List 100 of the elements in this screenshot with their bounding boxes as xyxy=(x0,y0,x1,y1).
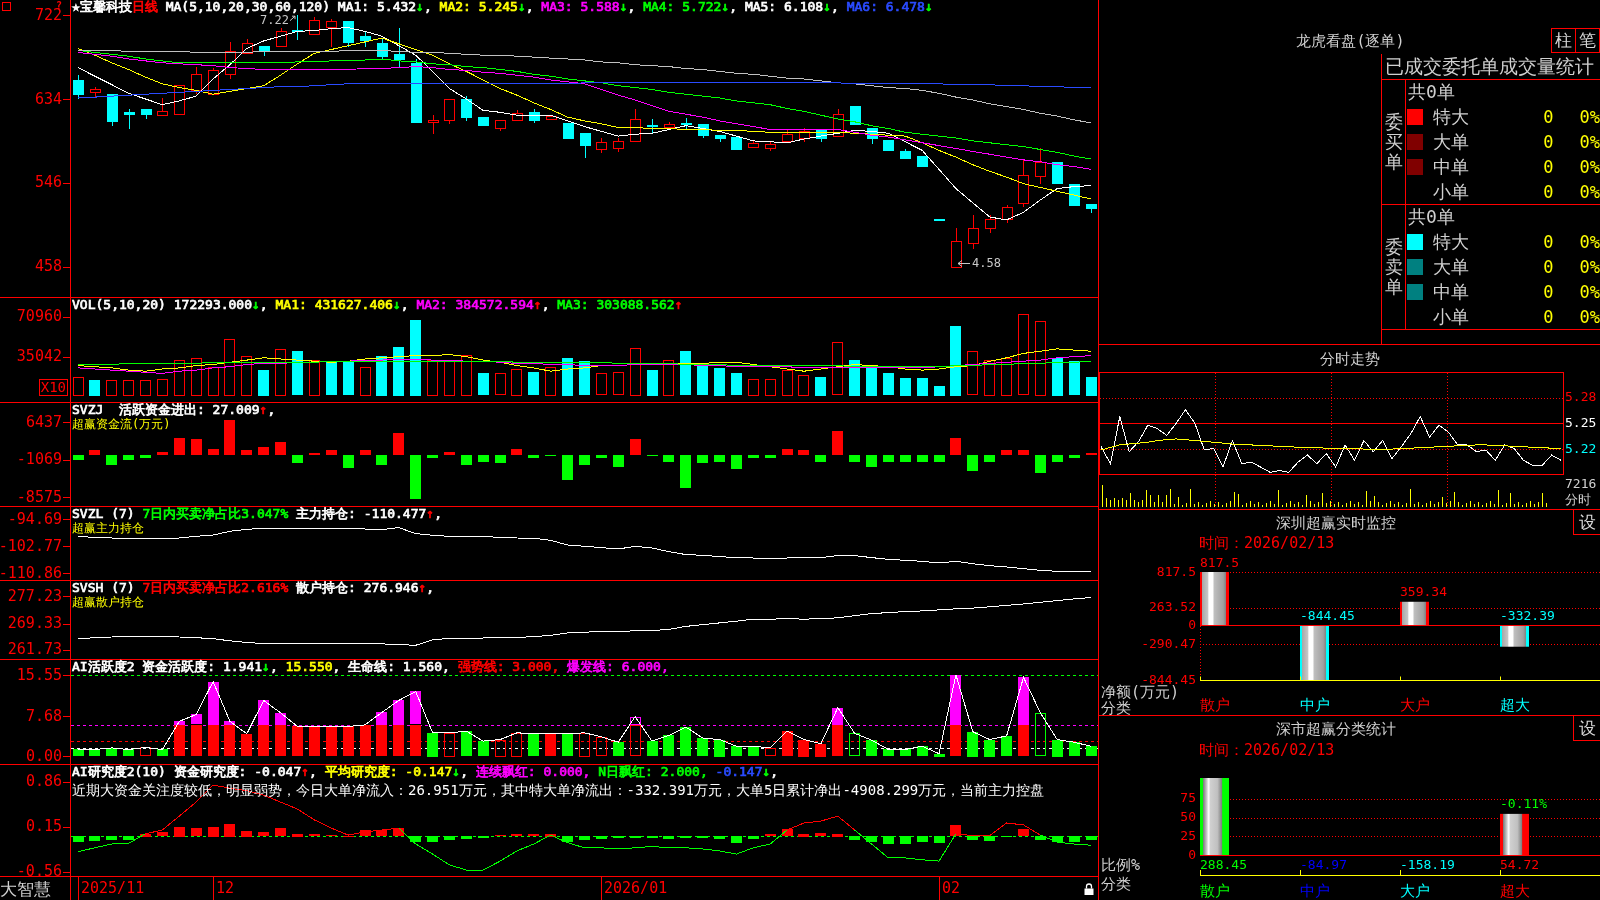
time-label: 时间：2026/02/13 xyxy=(1199,742,1335,759)
date-label: 02 xyxy=(939,877,961,900)
chart-title: 分时走势 xyxy=(1319,349,1380,368)
axis-label: 0 xyxy=(1188,846,1196,862)
row-label: 大单 xyxy=(1433,131,1469,153)
amount-label: -84.97 xyxy=(1300,856,1347,872)
value-label: 359.34 xyxy=(1400,584,1447,600)
value-label: 817.5 xyxy=(1200,554,1240,570)
date-label: 2025/11 xyxy=(78,877,145,900)
value-label: -844.45 xyxy=(1300,607,1355,623)
axis-label: 546 xyxy=(34,173,62,192)
order-count: 0 xyxy=(1543,131,1554,153)
panel-title: 龙虎看盘(逐单) xyxy=(1296,32,1405,50)
indicator-caption: 超赢散户持仓 xyxy=(72,595,144,609)
axis-label: 261.73 xyxy=(7,640,62,659)
indicator-legend: SVZL (7) 7日内买卖净占比3.047% 主力持仓: -110.477↑, xyxy=(72,507,442,521)
axis-label: 0.15 xyxy=(25,817,62,836)
order-share: 0% xyxy=(1579,256,1600,278)
axis-label: 5.28 xyxy=(1565,389,1597,405)
indicator-legend: AI活跃度2 资金活跃度: 1.941↓, 15.550, 生命线: 1.560, 强势线: 3.000, 爆发线: 6.000, xyxy=(72,660,669,674)
row-label: 小单 xyxy=(1433,305,1469,328)
brand-name: 大智慧 xyxy=(0,878,51,899)
order-count: 0 xyxy=(1543,280,1554,303)
row-label: 中单 xyxy=(1433,280,1469,303)
order-share: 0% xyxy=(1579,180,1600,203)
order-count: 0 xyxy=(1543,305,1554,328)
volume-caption: 分时 xyxy=(1565,491,1591,507)
category-label: 散户 xyxy=(1200,695,1230,714)
axis-label: 5.25 xyxy=(1565,414,1597,430)
price-label: 7.22 xyxy=(260,13,289,28)
axis-label: 5.22 xyxy=(1565,440,1597,456)
panel-title: 深市超赢分类统计 xyxy=(1276,719,1396,738)
indicator-legend: VOL(5,10,20) 172293.000↓, MA1: 431627.406↓, MA2: 384572.594↑, MA3: 303088.562↑ xyxy=(72,298,683,312)
order-count: 0 xyxy=(1543,256,1554,278)
value-label: -332.39 xyxy=(1500,607,1555,623)
category-label: 中户 xyxy=(1300,881,1330,900)
axis-title: 分类 xyxy=(1101,874,1131,893)
category-label: 超大 xyxy=(1500,695,1530,714)
date-label: 2026/01 xyxy=(601,877,668,900)
axis-label: -94.69 xyxy=(7,509,62,528)
axis-label: 15.55 xyxy=(16,665,62,684)
amount-label: 288.45 xyxy=(1200,856,1247,872)
unit-label: X10 xyxy=(38,379,68,396)
axis-label: 817.5 xyxy=(1156,563,1196,579)
axis-label: -0.56 xyxy=(16,862,62,876)
volume-max-label: 7216 xyxy=(1565,475,1597,491)
order-share: 0% xyxy=(1579,305,1600,328)
axis-label: -102.77 xyxy=(0,536,62,555)
row-label: 中单 xyxy=(1433,155,1469,178)
axis-label: 0 xyxy=(1188,616,1196,632)
order-total: 共0单 xyxy=(1408,206,1455,229)
row-label: 特大 xyxy=(1433,231,1469,254)
indicator-caption: 超赢主力持仓 xyxy=(72,521,144,535)
row-label: 特大 xyxy=(1433,106,1469,129)
category-label: 大户 xyxy=(1400,695,1430,714)
order-share: 0% xyxy=(1579,106,1600,129)
group-label: 委买单 xyxy=(1384,112,1403,172)
category-label: 散户 xyxy=(1200,881,1230,900)
annotation-label: -0.11% xyxy=(1500,796,1547,812)
axis-title: 分类 xyxy=(1101,698,1131,715)
order-count: 0 xyxy=(1543,231,1554,254)
axis-label: 70960 xyxy=(16,307,62,326)
order-share: 0% xyxy=(1579,131,1600,153)
axis-label: 263.52 xyxy=(1149,599,1196,615)
axis-label: 50 xyxy=(1180,809,1196,825)
indicator-legend: ★宝馨科技日线 MA(5,10,20,30,60,120) MA1: 5.432↓, MA2: 5.245↓, MA3: 5.588↓, MA4: 5.722↓, MA5: 6.108↓, MA6: 6.478↓ xyxy=(72,0,933,14)
price-label: 4.58 xyxy=(972,256,1001,271)
order-count: 0 xyxy=(1543,106,1554,129)
axis-label: 75 xyxy=(1180,790,1196,806)
axis-title: 比例% xyxy=(1101,855,1141,874)
row-label: 大单 xyxy=(1433,256,1469,278)
axis-label: -290.47 xyxy=(1141,635,1196,651)
axis-label: 7.68 xyxy=(25,706,62,725)
order-count: 0 xyxy=(1543,180,1554,203)
axis-label: 458 xyxy=(34,257,62,276)
axis-label: 269.33 xyxy=(7,614,62,632)
axis-label: 277.23 xyxy=(7,586,62,605)
indicator-legend: AI研究度2(10) 资金研究度: -0.047↑, 平均研究度: -0.147↓, 连续飘红: 0.000, N日飘红: 2.000, -0.147↓, xyxy=(72,765,779,779)
row-label: 小单 xyxy=(1433,180,1469,203)
axis-label: -8575 xyxy=(16,487,62,506)
category-label: 超大 xyxy=(1500,881,1530,900)
axis-label: 25 xyxy=(1180,827,1196,843)
axis-label: 0.00 xyxy=(25,746,62,764)
axis-label: 0.86 xyxy=(25,772,62,791)
indicator-legend: SVSH (7) 7日内买卖净占比2.616% 散户持仓: 276.946↑, xyxy=(72,581,435,595)
order-share: 0% xyxy=(1579,231,1600,254)
order-share: 0% xyxy=(1579,280,1600,303)
axis-label: 6437 xyxy=(25,412,62,431)
axis-label: -110.86 xyxy=(0,563,62,580)
table-title: 已成交委托单成交量统计 xyxy=(1385,55,1594,77)
panel-title: 深圳超赢实时监控 xyxy=(1276,513,1396,532)
indicator-caption: 超赢资金流(万元) xyxy=(72,417,171,431)
category-label: 大户 xyxy=(1400,881,1430,900)
time-label: 时间：2026/02/13 xyxy=(1199,535,1335,552)
order-total: 共0单 xyxy=(1408,81,1455,104)
order-count: 0 xyxy=(1543,155,1554,178)
axis-label: 634 xyxy=(34,89,62,108)
date-label: 12 xyxy=(213,877,235,900)
order-share: 0% xyxy=(1579,155,1600,178)
group-label: 委卖单 xyxy=(1384,237,1403,297)
